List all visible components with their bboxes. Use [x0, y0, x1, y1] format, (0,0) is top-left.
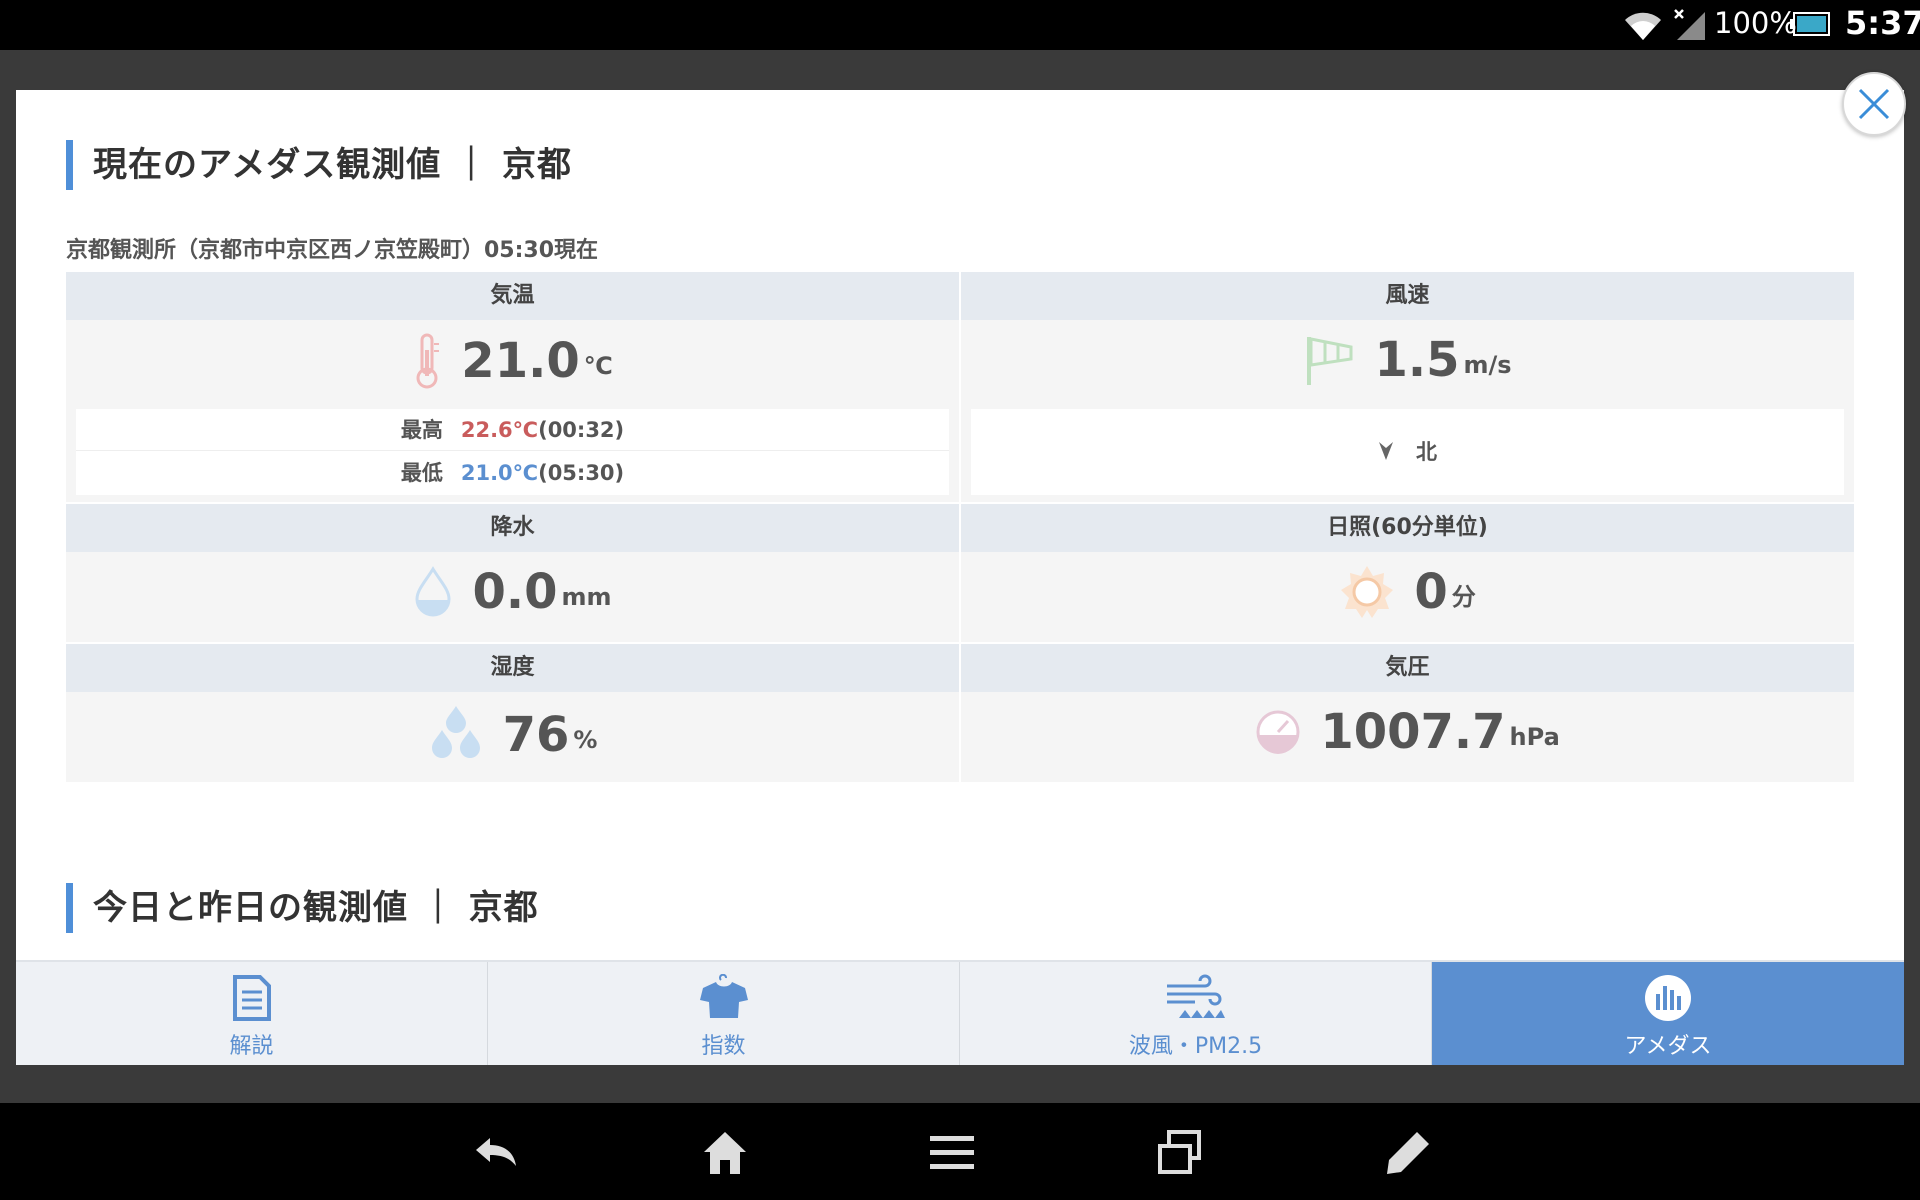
tab-wave-wind-pm25[interactable]: 波風・PM2.5 — [960, 962, 1432, 1065]
recent-apps-icon[interactable] — [1155, 1128, 1205, 1178]
tab-amedas[interactable]: アメダス — [1432, 962, 1904, 1065]
windsock-icon — [1307, 337, 1353, 385]
max-label: 最高 — [400, 418, 443, 442]
document-icon — [232, 975, 271, 1021]
wind-cell: 風速 1.5 m/s 北 — [961, 272, 1854, 502]
bar-chart-icon — [1645, 975, 1691, 1021]
tab-label: アメダス — [1624, 1034, 1712, 1059]
system-navigation-bar — [0, 1103, 1920, 1200]
battery-percent: 100% — [1714, 6, 1797, 40]
max-temperature-row: 最高 22.6℃(00:32) — [76, 409, 949, 451]
humidity-unit: % — [573, 725, 598, 754]
humidity-cell: 湿度 76% — [66, 644, 959, 782]
sunshine-value: 0 — [1414, 564, 1448, 620]
max-value: 22.6℃ — [460, 418, 539, 442]
min-temperature-row: 最低 21.0℃(05:30) — [76, 452, 949, 494]
close-button[interactable] — [1842, 72, 1906, 136]
barometer-icon — [1256, 710, 1300, 754]
battery-icon — [1790, 12, 1830, 36]
wind-direction: 北 — [1416, 440, 1437, 464]
amedas-dialog: 現在のアメダス観測値 ｜ 京都 京都観測所（京都市中京区西ノ京笠殿町）05:30… — [16, 90, 1904, 1065]
pressure-cell: 気圧 1007.7 hPa — [961, 644, 1854, 782]
min-time: (05:30) — [538, 461, 625, 485]
sunshine-unit: 分 — [1451, 582, 1476, 611]
temperature-value: 21.0 — [461, 333, 580, 389]
thermometer-icon — [416, 333, 440, 389]
temperature-label: 気温 — [66, 272, 959, 320]
signal-icon — [1674, 9, 1705, 40]
status-bar: 100% 5:37 — [0, 0, 1920, 50]
max-time: (00:32) — [538, 418, 625, 442]
sunshine-cell: 日照(60分単位) 0分 — [961, 504, 1854, 642]
precipitation-label: 降水 — [66, 504, 959, 552]
pressure-label: 気圧 — [961, 644, 1854, 692]
pen-icon[interactable] — [1383, 1128, 1433, 1178]
humidity-label: 湿度 — [66, 644, 959, 692]
wind-unit: m/s — [1463, 350, 1512, 379]
humidity-value: 76 — [502, 707, 570, 763]
wave-wind-icon — [1166, 974, 1225, 1018]
precipitation-unit: mm — [561, 582, 612, 611]
temperature-unit: ℃ — [583, 351, 613, 380]
wind-direction-arrow-icon — [1379, 442, 1393, 460]
close-icon — [1858, 88, 1890, 120]
min-value: 21.0℃ — [460, 461, 539, 485]
current-observation-title: 現在のアメダス観測値 ｜ 京都 — [66, 140, 572, 190]
sunshine-label: 日照(60分単位) — [961, 504, 1854, 552]
precipitation-cell: 降水 0.0 mm — [66, 504, 959, 642]
clock: 5:37 — [1845, 4, 1920, 42]
tab-index[interactable]: 指数 — [488, 962, 960, 1065]
menu-icon[interactable] — [927, 1128, 977, 1178]
temperature-extremes: 最高 22.6℃(00:32) 最低 21.0℃(05:30) — [76, 409, 949, 495]
shirt-icon — [699, 974, 748, 1018]
humidity-drops-icon — [431, 706, 480, 758]
wind-direction-box: 北 — [971, 409, 1844, 495]
min-label: 最低 — [400, 461, 443, 485]
temperature-cell: 気温 21.0 ℃ 最高 22.6℃(00:32) 最低 21.0℃(05:30) — [66, 272, 959, 502]
wifi-icon — [1625, 12, 1661, 41]
sun-icon — [1341, 566, 1394, 618]
wind-value: 1.5 — [1374, 332, 1460, 388]
tab-label: 解説 — [229, 1034, 274, 1059]
precipitation-value: 0.0 — [472, 564, 558, 620]
home-icon[interactable] — [700, 1128, 750, 1178]
pressure-unit: hPa — [1509, 722, 1560, 751]
back-icon[interactable] — [472, 1128, 522, 1178]
raindrop-icon — [415, 566, 451, 617]
station-info: 京都観測所（京都市中京区西ノ京笠殿町）05:30現在 — [66, 238, 599, 263]
wind-label: 風速 — [961, 272, 1854, 320]
tab-label: 波風・PM2.5 — [1128, 1034, 1263, 1059]
bottom-tab-bar: 解説 指数 波風・PM2.5 アメダス — [16, 960, 1904, 1065]
tab-label: 指数 — [701, 1034, 746, 1059]
today-yesterday-title: 今日と昨日の観測値 ｜ 京都 — [66, 883, 539, 933]
pressure-value: 1007.7 — [1320, 704, 1506, 760]
tab-explanation[interactable]: 解説 — [16, 962, 488, 1065]
